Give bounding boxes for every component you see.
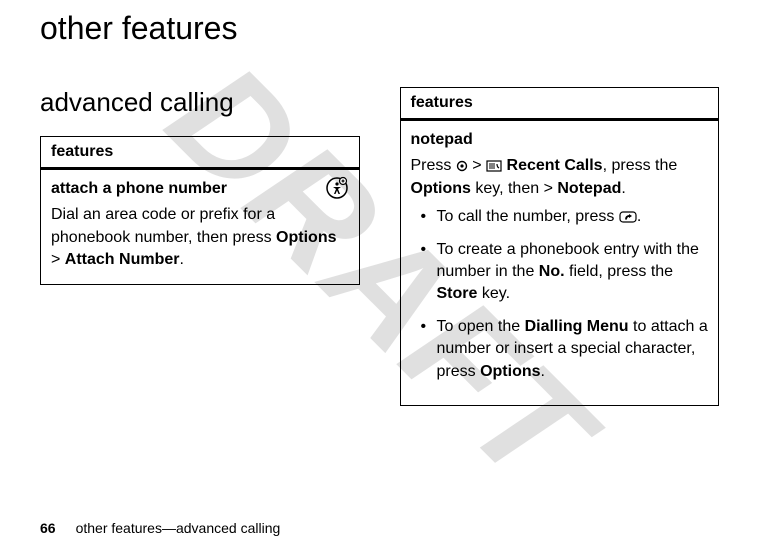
list-item: To open the Dialling Menu to attach a nu…	[411, 316, 709, 383]
send-key-icon	[619, 211, 637, 223]
footer: 66 other features—advanced calling	[40, 520, 280, 536]
text: >	[468, 157, 486, 174]
text: .	[541, 363, 545, 380]
text: , press the	[603, 157, 678, 174]
feature-subhead: attach a phone number	[51, 178, 349, 200]
options-label: Options	[480, 363, 540, 380]
right-column: features notepad Press > Recent Calls, p…	[400, 87, 720, 406]
feature-body-text: Dial an area code or prefix for a phoneb…	[51, 204, 349, 271]
text: Dial an area code or prefix for a phoneb…	[51, 206, 276, 245]
feature-box-body: attach a phone number Dial an area code …	[41, 170, 359, 284]
recent-calls-icon	[486, 160, 502, 172]
feature-box-header: features	[401, 88, 719, 121]
text: key.	[477, 285, 510, 302]
feature-subhead: notepad	[411, 129, 709, 151]
accessibility-icon	[325, 176, 349, 200]
columns: advanced calling features attach a phone…	[40, 87, 719, 406]
text: >	[51, 251, 65, 268]
text: .	[621, 180, 625, 197]
text: key, then >	[471, 180, 557, 197]
bullet-list: To call the number, press . To create a …	[411, 206, 709, 383]
text: field, press the	[565, 263, 674, 280]
center-key-icon	[456, 160, 468, 172]
text: To open the	[437, 318, 525, 335]
text: .	[179, 251, 183, 268]
text: To call the number, press	[437, 208, 619, 225]
dialling-menu-label: Dialling Menu	[525, 318, 629, 335]
no-label: No.	[539, 263, 565, 280]
feature-body-text: Press > Recent Calls, press the Options …	[411, 155, 709, 200]
left-column: advanced calling features attach a phone…	[40, 87, 360, 406]
feature-box-notepad: features notepad Press > Recent Calls, p…	[400, 87, 720, 406]
section-heading-advanced-calling: advanced calling	[40, 87, 360, 118]
options-label: Options	[411, 180, 471, 197]
list-item: To create a phonebook entry with the num…	[411, 239, 709, 306]
store-label: Store	[437, 285, 478, 302]
notepad-label: Notepad	[557, 180, 621, 197]
page-title: other features	[40, 10, 719, 47]
feature-box-header: features	[41, 137, 359, 170]
page-number: 66	[40, 520, 56, 536]
text: Press	[411, 157, 456, 174]
feature-box-attach-number: features attach a phone number Dial an a…	[40, 136, 360, 285]
footer-label: other features—advanced calling	[76, 520, 281, 536]
text: .	[637, 208, 641, 225]
options-label: Options	[276, 229, 336, 246]
feature-subhead-text: attach a phone number	[51, 180, 227, 197]
page: other features advanced calling features…	[0, 0, 759, 550]
recent-calls-label: Recent Calls	[507, 157, 603, 174]
list-item: To call the number, press .	[411, 206, 709, 228]
feature-box-body: notepad Press > Recent Calls, press the …	[401, 121, 719, 405]
attach-number-label: Attach Number	[65, 251, 180, 268]
